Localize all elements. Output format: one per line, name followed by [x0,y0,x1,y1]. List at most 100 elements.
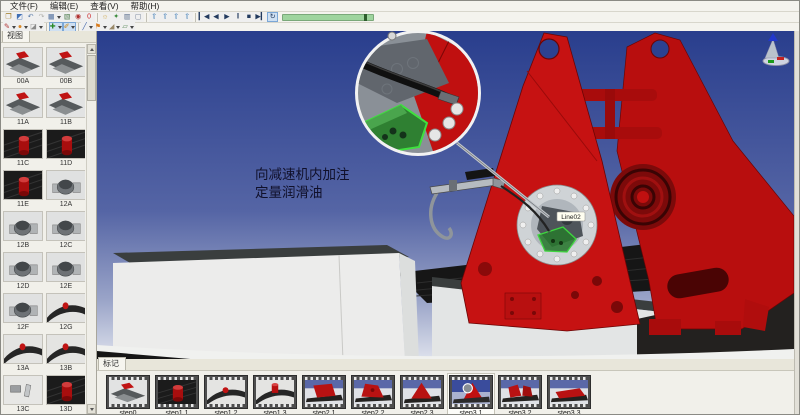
step-thumbnail-step1.3[interactable]: step1.3 [252,374,298,415]
view-thumbnail-label: 11B [46,118,85,128]
camera-icon[interactable]: ◉ [73,12,84,22]
import-icon[interactable]: ◩ [14,12,25,22]
playback-slider[interactable] [282,14,374,21]
menu-item-3[interactable]: 帮助(H) [125,0,166,12]
dropdown-caret-icon [12,26,16,29]
view-thumbnail-image [3,129,43,159]
page-icon[interactable]: ▢ [133,12,144,22]
pause-icon: ‖ [236,13,239,20]
work-area: Line02 向减速机内加注 定量润滑油 [97,31,794,414]
step-thumbnail-image [452,380,490,404]
film-icon: ▥ [124,13,131,20]
view-thumbnail-11A[interactable]: 11A [3,88,43,128]
step-thumbnail-step2.2[interactable]: step2.2 [350,374,396,415]
publish-3-icon[interactable]: ⇧ [171,12,182,22]
views-icon[interactable]: ▦ [47,12,62,22]
menu-item-2[interactable]: 查看(V) [84,0,124,12]
view-thumbnail-image [46,375,85,405]
dropdown-caret-icon [58,26,62,29]
menu-item-0[interactable]: 文件(F) [4,0,44,12]
eraser-tool-icon: ◪ [30,23,37,30]
markers-panel-header: 标记 [97,359,794,371]
callout-pin [388,32,396,40]
prev-frame-icon[interactable]: ◀ [210,12,221,22]
step-thumbnail-step2.3[interactable]: step2.3 [399,374,445,415]
step-thumbnail-label: step2.1 [302,409,346,415]
first-frame-icon[interactable]: ▎◀ [198,12,211,22]
step-thumbnail-step2.1[interactable]: step2.1 [301,374,347,415]
view-thumbnail-12D[interactable]: 12D [3,252,43,292]
play-icon[interactable]: ▶ [221,12,232,22]
view-thumbnail-12G[interactable]: 12G [46,293,85,333]
view-thumbnail-13D[interactable]: 13D [46,375,85,414]
view-thumbnail-13A[interactable]: 13A [3,334,43,374]
scroll-down-icon[interactable] [87,404,96,414]
share-icon[interactable]: ✦ [111,12,122,22]
view-thumbnail-12A[interactable]: 12A [46,170,85,210]
undo-icon[interactable]: ↶ [25,12,36,22]
view-thumbnail-image [3,88,43,118]
view-thumbnail-12E[interactable]: 12E [46,252,85,292]
reset-icon[interactable]: 0 [84,12,95,22]
views-scrollbar[interactable] [86,44,96,414]
view-thumbnail-image [46,129,85,159]
step-thumbnail-step3.1[interactable]: step3.1 [448,374,494,415]
dropdown-caret-icon [57,16,61,19]
step-thumbnail-image [158,380,196,404]
view-thumbnail-11B[interactable]: 11B [46,88,85,128]
dropdown-caret-icon [89,26,93,29]
loop-icon: ↻ [270,13,276,20]
publish-1-icon[interactable]: ⇧ [149,12,160,22]
views-panel-title: 视图 [2,31,30,42]
step-thumbnail-image [207,380,245,404]
pause-icon[interactable]: ‖ [232,12,243,22]
toolbar-separator [146,13,147,22]
publish-4-icon[interactable]: ⇧ [182,12,193,22]
views-thumbnail-grid: 00A00B11A11B11C11D11E12A12B12C12D12E12F1… [3,44,85,414]
scroll-up-icon[interactable] [87,44,96,54]
open-file-icon[interactable]: ❐ [3,12,14,22]
annotation-line2: 定量润滑油 [255,185,323,200]
view-thumbnail-13C[interactable]: 13C [3,375,43,414]
next-frame-icon: ▶▎ [255,13,266,20]
view-thumbnail-image [3,170,43,200]
view-thumbnail-label: 13A [3,364,43,374]
view-thumbnail-12F[interactable]: 12F [3,293,43,333]
loop-icon[interactable]: ↻ [267,12,278,22]
scrollbar-thumb[interactable] [87,55,96,101]
step-thumbnail-step3.2[interactable]: step3.2 [497,374,543,415]
redo-icon[interactable]: ↷ [36,12,47,22]
film-strip-frame [498,375,542,409]
view-thumbnail-image [46,211,85,241]
image-icon[interactable]: ▧ [62,12,73,22]
next-frame-icon[interactable]: ▶▎ [254,12,267,22]
share-icon: ✦ [113,13,119,20]
step-thumbnail-step0[interactable]: step0 [105,374,151,415]
film-icon[interactable]: ▥ [122,12,133,22]
undo-icon: ↶ [28,13,34,20]
stop-icon[interactable]: ■ [243,12,254,22]
publish-2-icon[interactable]: ⇧ [160,12,171,22]
3d-viewport[interactable]: Line02 向减速机内加注 定量润滑油 [97,31,794,359]
view-thumbnail-11D[interactable]: 11D [46,129,85,169]
render-icon[interactable]: ☼ [100,12,111,22]
reducer-flange[interactable] [517,185,597,265]
menu-item-1[interactable]: 编辑(E) [44,0,84,12]
step-thumbnail-label: step1.2 [204,409,248,415]
step-thumbnail-step3.3[interactable]: step3.3 [546,374,592,415]
stop-icon: ■ [247,13,251,20]
step-thumbnail-label: step0 [106,409,150,415]
view-thumbnail-00B[interactable]: 00B [46,47,85,87]
step-thumbnail-step1.2[interactable]: step1.2 [203,374,249,415]
publish-4-icon: ⇧ [184,13,190,20]
view-thumbnail-12B[interactable]: 12B [3,211,43,251]
playback-slider-handle[interactable] [364,14,367,21]
view-thumbnail-12C[interactable]: 12C [46,211,85,251]
step-thumbnail-step1.1[interactable]: step1.1 [154,374,200,415]
view-thumbnail-11C[interactable]: 11C [3,129,43,169]
view-thumbnail-11E[interactable]: 11E [3,170,43,210]
step-thumbnail-image [256,380,294,404]
view-thumbnail-00A[interactable]: 00A [3,47,43,87]
view-thumbnail-13B[interactable]: 13B [46,334,85,374]
step-thumbnail-label: step2.2 [351,409,395,415]
